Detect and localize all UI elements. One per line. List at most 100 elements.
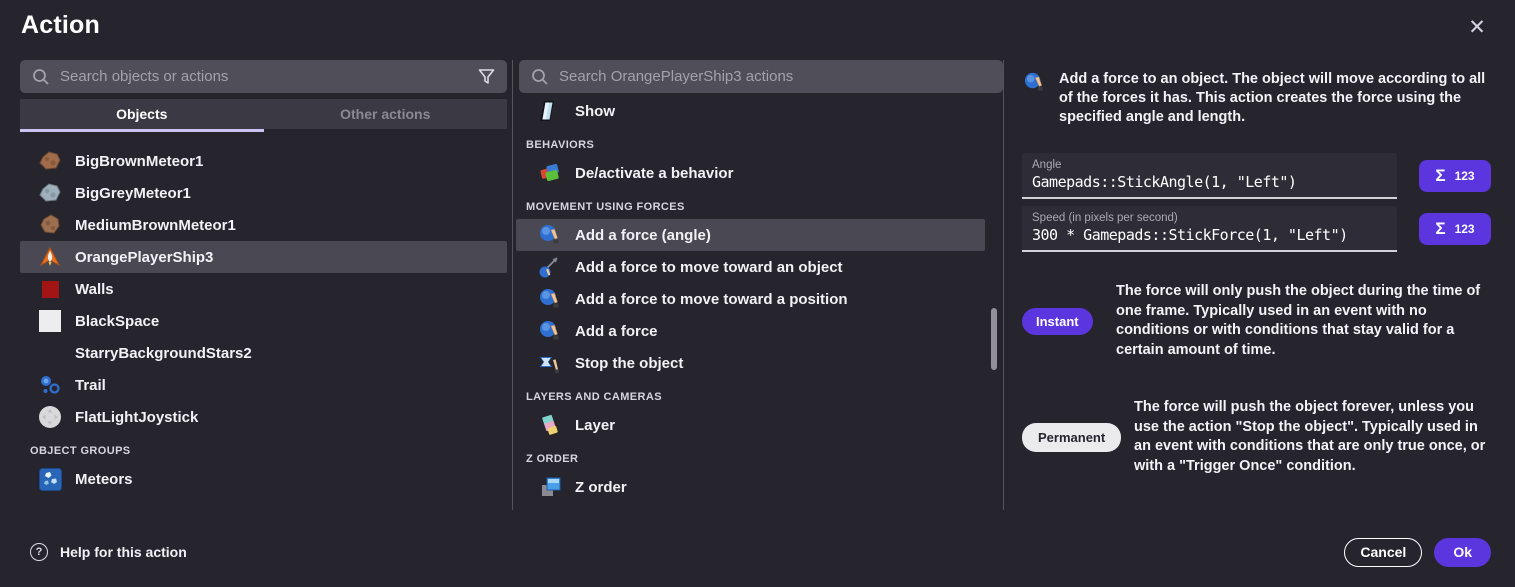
tab-objects[interactable]: Objects bbox=[20, 99, 264, 129]
action-item-layer[interactable]: Layer bbox=[516, 409, 985, 441]
action-label: Layer bbox=[575, 417, 615, 434]
speed-field-input[interactable] bbox=[1032, 226, 1387, 244]
list-item-biggreymeteor1[interactable]: BigGreyMeteor1 bbox=[20, 177, 507, 209]
orange-ship-icon bbox=[38, 245, 62, 269]
red-square-icon bbox=[38, 277, 62, 301]
force-icon bbox=[538, 287, 562, 311]
show-icon bbox=[538, 99, 562, 123]
dialog-content: Objects Other actions BigBrownMeteor1 Bi… bbox=[20, 60, 1491, 510]
action-description: Add a force to an object. The object wil… bbox=[1059, 70, 1491, 127]
help-link[interactable]: ? Help for this action bbox=[30, 543, 187, 561]
brown-meteor-icon bbox=[38, 149, 62, 173]
force-icon bbox=[538, 223, 562, 247]
objects-tab-bar: Objects Other actions bbox=[20, 99, 507, 129]
cancel-button[interactable]: Cancel bbox=[1344, 538, 1422, 567]
ok-button[interactable]: Ok bbox=[1434, 538, 1491, 567]
action-label: Add a force bbox=[575, 323, 658, 340]
action-label: Z order bbox=[575, 479, 627, 496]
angle-field[interactable]: Angle bbox=[1022, 153, 1397, 199]
action-label: Add a force to move toward an object bbox=[575, 259, 843, 276]
list-item-meteors-group[interactable]: Meteors bbox=[20, 463, 507, 495]
behavior-icon bbox=[538, 161, 562, 185]
layer-icon bbox=[538, 413, 562, 437]
objects-search[interactable] bbox=[20, 60, 507, 93]
object-name: BigGreyMeteor1 bbox=[75, 185, 191, 202]
action-label: De/activate a behavior bbox=[575, 165, 733, 182]
object-name: Walls bbox=[75, 281, 114, 298]
list-item-trail[interactable]: Trail bbox=[20, 369, 507, 401]
sigma-icon: Σ bbox=[1435, 219, 1445, 239]
speed-field[interactable]: Speed (in pixels per second) bbox=[1022, 206, 1397, 252]
z-order-icon bbox=[538, 475, 562, 499]
actions-list: Show BEHAVIORS De/activate a behavior MO… bbox=[516, 95, 1003, 503]
numbers-icon: 123 bbox=[1455, 169, 1475, 183]
angle-expression-builder-button[interactable]: Σ 123 bbox=[1419, 160, 1491, 192]
action-item-add-force-toward-object[interactable]: Add a force to move toward an object bbox=[516, 251, 985, 283]
list-item-blackspace[interactable]: BlackSpace bbox=[20, 305, 507, 337]
instant-badge[interactable]: Instant bbox=[1022, 308, 1093, 335]
objects-panel: Objects Other actions BigBrownMeteor1 Bi… bbox=[20, 60, 513, 510]
tab-objects-label: Objects bbox=[116, 106, 167, 122]
actions-scrollbar-thumb[interactable] bbox=[991, 308, 997, 370]
stop-object-icon bbox=[538, 351, 562, 375]
search-icon bbox=[32, 68, 50, 86]
action-item-show[interactable]: Show bbox=[516, 95, 985, 127]
action-item-z-order[interactable]: Z order bbox=[516, 471, 985, 503]
brown-meteor-icon bbox=[38, 213, 62, 237]
list-item-flatlightjoystick[interactable]: FlatLightJoystick bbox=[20, 401, 507, 433]
object-name: MediumBrownMeteor1 bbox=[75, 217, 236, 234]
group-name: Meteors bbox=[75, 471, 133, 488]
section-header-movement-using-forces: MOVEMENT USING FORCES bbox=[516, 189, 1003, 219]
action-item-add-force[interactable]: Add a force bbox=[516, 315, 985, 347]
permanent-badge[interactable]: Permanent bbox=[1022, 423, 1121, 452]
tab-other-actions[interactable]: Other actions bbox=[264, 99, 508, 129]
force-toward-object-icon bbox=[538, 255, 562, 279]
filter-icon[interactable] bbox=[477, 68, 495, 86]
instant-note-text: The force will only push the object duri… bbox=[1116, 282, 1491, 360]
dialog-footer: ? Help for this action Cancel Ok bbox=[0, 527, 1515, 587]
actions-search-input[interactable] bbox=[559, 68, 991, 85]
section-header-layers-cameras: LAYERS AND CAMERAS bbox=[516, 379, 1003, 409]
object-name: OrangePlayerShip3 bbox=[75, 249, 213, 266]
help-label: Help for this action bbox=[60, 544, 187, 560]
help-icon: ? bbox=[30, 543, 48, 561]
list-item-starrybackgroundstars2[interactable]: StarryBackgroundStars2 bbox=[20, 337, 507, 369]
action-details-panel: Add a force to an object. The object wil… bbox=[1004, 60, 1491, 510]
meteors-group-icon bbox=[38, 467, 62, 491]
search-icon bbox=[531, 68, 549, 86]
object-name: BlackSpace bbox=[75, 313, 159, 330]
action-item-stop-object[interactable]: Stop the object bbox=[516, 347, 985, 379]
speed-expression-builder-button[interactable]: Σ 123 bbox=[1419, 213, 1491, 245]
action-item-deactivate-behavior[interactable]: De/activate a behavior bbox=[516, 157, 985, 189]
trail-particles-icon bbox=[38, 373, 62, 397]
object-name: FlatLightJoystick bbox=[75, 409, 198, 426]
actions-search[interactable] bbox=[519, 60, 1003, 93]
permanent-note-text: The force will push the object forever, … bbox=[1134, 398, 1491, 476]
empty-icon bbox=[38, 341, 62, 365]
list-item-walls[interactable]: Walls bbox=[20, 273, 507, 305]
object-name: Trail bbox=[75, 377, 106, 394]
objects-list: BigBrownMeteor1 BigGreyMeteor1 MediumBro… bbox=[20, 145, 507, 495]
object-name: BigBrownMeteor1 bbox=[75, 153, 203, 170]
force-icon bbox=[538, 319, 562, 343]
object-groups-header: OBJECT GROUPS bbox=[20, 433, 507, 463]
action-label: Stop the object bbox=[575, 355, 683, 372]
page-title: Action bbox=[21, 11, 100, 40]
actions-panel: Show BEHAVIORS De/activate a behavior MO… bbox=[513, 60, 1004, 510]
action-item-add-force-angle[interactable]: Add a force (angle) bbox=[516, 219, 985, 251]
angle-field-label: Angle bbox=[1032, 159, 1387, 171]
action-label: Add a force to move toward a position bbox=[575, 291, 848, 308]
list-item-orangeplayership3[interactable]: OrangePlayerShip3 bbox=[20, 241, 507, 273]
sigma-icon: Σ bbox=[1435, 166, 1445, 186]
action-label: Add a force (angle) bbox=[575, 227, 711, 244]
action-label: Show bbox=[575, 103, 615, 120]
list-item-bigbrownmeteor1[interactable]: BigBrownMeteor1 bbox=[20, 145, 507, 177]
close-icon[interactable]: ✕ bbox=[1463, 13, 1491, 41]
objects-search-input[interactable] bbox=[60, 68, 467, 85]
joystick-icon bbox=[38, 405, 62, 429]
list-item-mediumbrownmeteor1[interactable]: MediumBrownMeteor1 bbox=[20, 209, 507, 241]
speed-field-label: Speed (in pixels per second) bbox=[1032, 212, 1387, 224]
action-item-add-force-toward-position[interactable]: Add a force to move toward a position bbox=[516, 283, 985, 315]
object-name: StarryBackgroundStars2 bbox=[75, 345, 252, 362]
angle-field-input[interactable] bbox=[1032, 173, 1387, 191]
